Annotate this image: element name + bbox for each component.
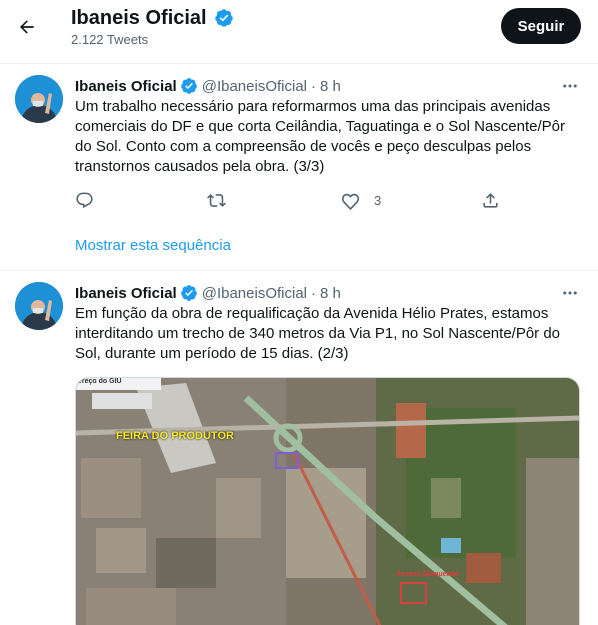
profile-header: Ibaneis Oficial 2.122 Tweets Seguir xyxy=(0,0,598,53)
tweet-text: Em função da obra de requalificação da A… xyxy=(75,305,561,362)
like-count: 3 xyxy=(374,192,382,208)
more-button[interactable] xyxy=(558,281,582,305)
map-image xyxy=(76,378,579,625)
more-button[interactable] xyxy=(558,74,582,98)
map-label-blocked: Acesso Bloqueado xyxy=(396,571,460,578)
verified-badge-icon xyxy=(180,284,198,302)
tweet-count: 2.122 Tweets xyxy=(71,32,149,47)
avatar[interactable] xyxy=(15,75,63,123)
reply-icon xyxy=(76,192,93,208)
tweet-text: Um trabalho necessário para reformarmos … xyxy=(75,98,565,175)
tweet-media-map[interactable]: ereço do GIU FEIRA DO PRODUTOR Acesso Bl… xyxy=(75,377,580,625)
more-icon xyxy=(563,84,577,88)
tweet-actions: 3 xyxy=(75,188,515,212)
like-icon xyxy=(341,193,360,210)
separator-dot: · xyxy=(311,77,316,95)
follow-button[interactable]: Seguir xyxy=(501,8,581,44)
timestamp[interactable]: 8 h xyxy=(320,78,341,95)
verified-badge-icon xyxy=(180,77,198,95)
profile-name: Ibaneis Oficial xyxy=(71,7,207,29)
retweet-button[interactable] xyxy=(207,188,226,212)
verified-badge-icon xyxy=(214,8,234,28)
avatar[interactable] xyxy=(15,282,63,330)
tweet[interactable]: Ibaneis Oficial @IbaneisOficial · 8 h Um… xyxy=(0,64,598,270)
share-button[interactable] xyxy=(481,188,500,212)
timestamp[interactable]: 8 h xyxy=(320,285,341,302)
map-search-box: ereço do GIU xyxy=(78,378,122,385)
reply-button[interactable] xyxy=(75,188,94,212)
show-thread-link[interactable]: Mostrar esta sequência xyxy=(75,237,231,254)
back-arrow-icon xyxy=(20,20,34,34)
more-icon xyxy=(563,291,577,295)
retweet-icon xyxy=(207,193,226,207)
author-name[interactable]: Ibaneis Oficial xyxy=(75,78,177,95)
separator-dot: · xyxy=(311,284,316,302)
author-handle[interactable]: @IbaneisOficial xyxy=(202,285,307,302)
author-name[interactable]: Ibaneis Oficial xyxy=(75,285,177,302)
like-button[interactable]: 3 xyxy=(341,188,381,212)
author-handle[interactable]: @IbaneisOficial xyxy=(202,78,307,95)
share-icon xyxy=(483,192,498,208)
map-label-feira: FEIRA DO PRODUTOR xyxy=(116,430,234,442)
back-button[interactable] xyxy=(10,10,44,44)
